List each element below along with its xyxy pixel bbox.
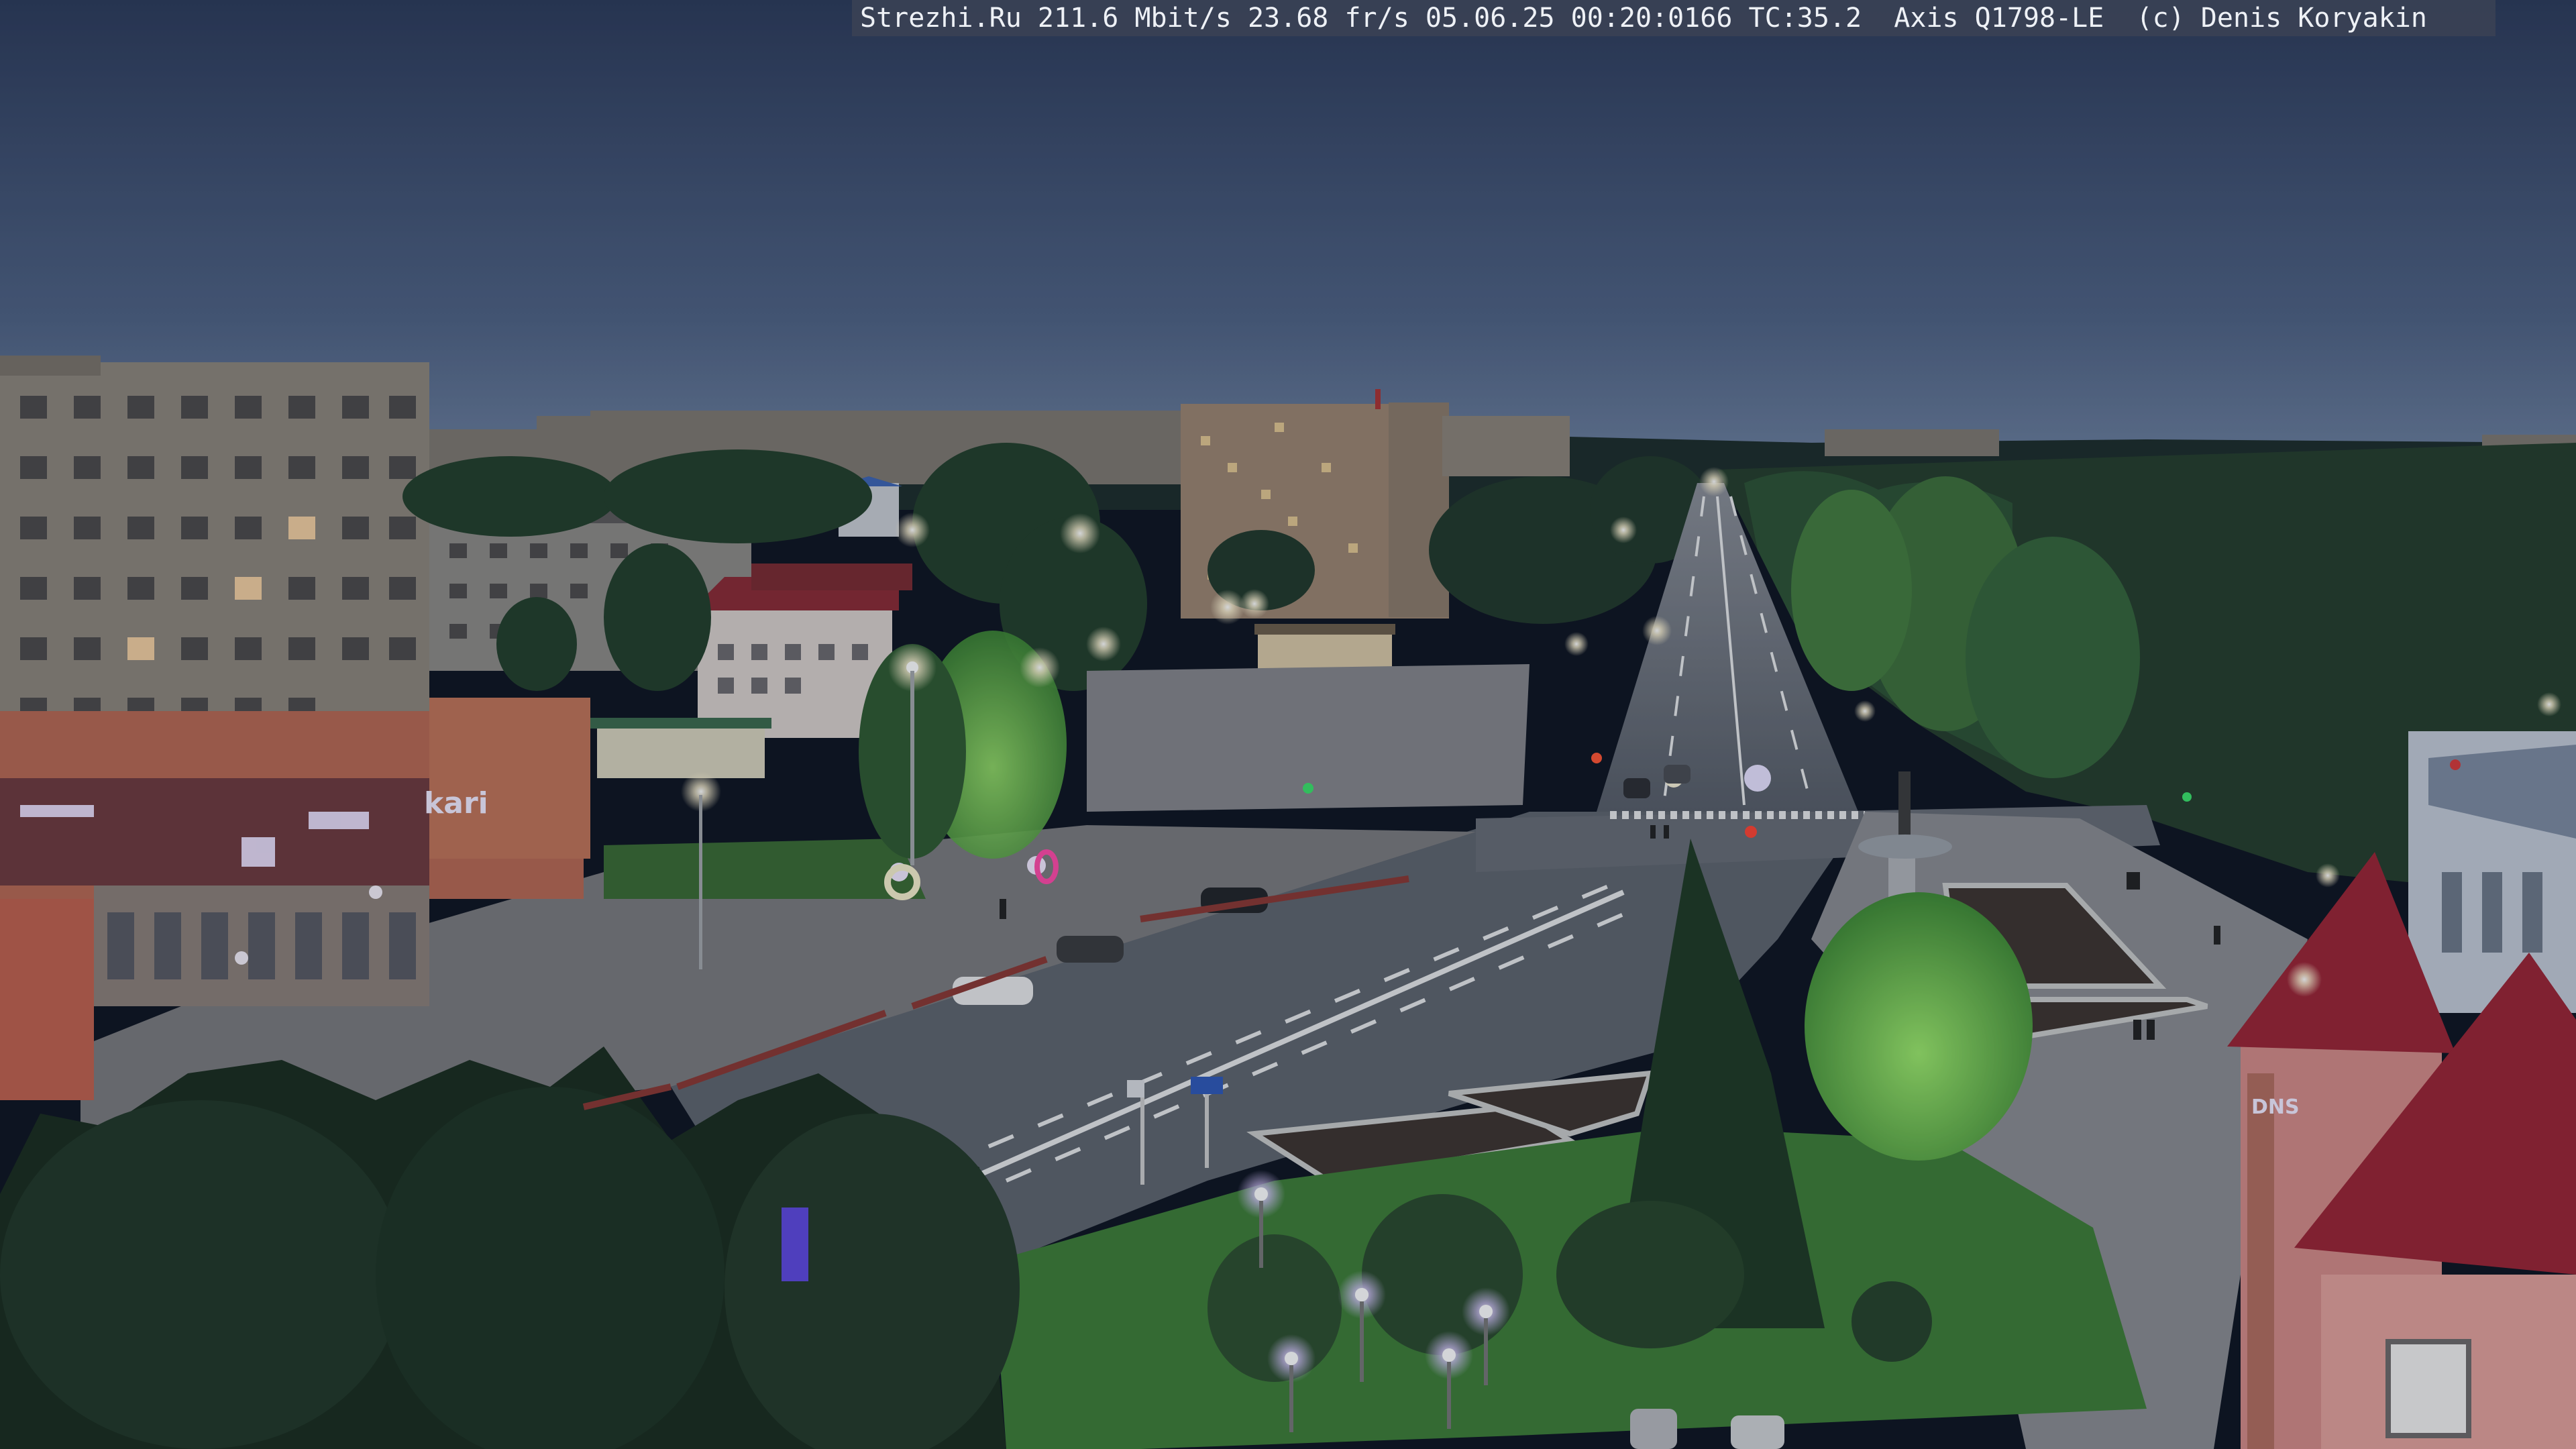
- camera-view: kari DNS Strezhi.Ru 211.6 Mbit/s 23.68 f…: [0, 0, 2576, 1449]
- night-tint: [0, 0, 2576, 1449]
- city-street-scene: kari DNS: [0, 0, 2576, 1449]
- camera-osd-overlay: Strezhi.Ru 211.6 Mbit/s 23.68 fr/s 05.06…: [852, 0, 2496, 36]
